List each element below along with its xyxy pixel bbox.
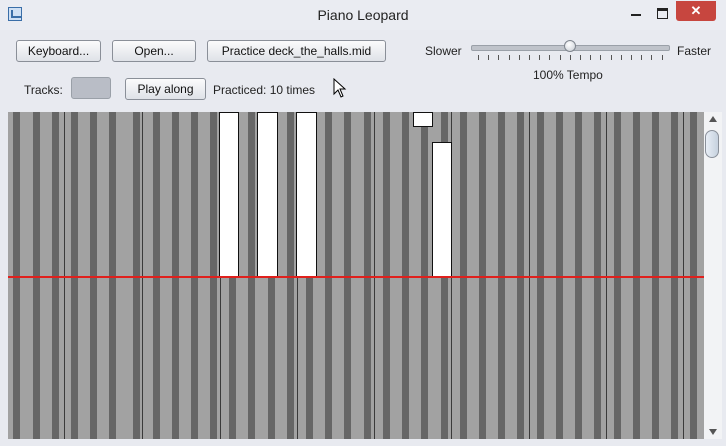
slower-label: Slower (425, 44, 462, 58)
close-icon: ✕ (690, 3, 702, 18)
minimize-icon (631, 14, 641, 16)
tempo-tick (569, 55, 571, 60)
open-button[interactable]: Open... (112, 40, 196, 62)
playhead-line (8, 276, 704, 278)
minimize-button[interactable] (626, 2, 646, 24)
tempo-tick (488, 55, 490, 60)
tempo-label: 100% Tempo (533, 68, 603, 82)
tempo-tick (631, 55, 632, 60)
keyboard-button[interactable]: Keyboard... (16, 40, 101, 62)
note-block (413, 112, 433, 127)
piano-roll[interactable] (8, 112, 704, 439)
close-button[interactable]: ✕ (676, 1, 716, 21)
window-title: Piano Leopard (317, 7, 409, 23)
scroll-up-icon[interactable] (709, 116, 717, 122)
tempo-tick (518, 55, 520, 60)
tempo-tick (661, 55, 663, 60)
tempo-tick (559, 55, 561, 60)
vertical-scrollbar[interactable] (704, 112, 722, 439)
faster-label: Faster (677, 44, 712, 58)
play-along-button[interactable]: Play along (125, 78, 206, 100)
title-bar: Piano Leopard ✕ (0, 0, 726, 30)
tempo-slider-ticks (478, 55, 663, 61)
tempo-tick (620, 55, 622, 60)
tempo-tick (508, 55, 510, 60)
tempo-tick (539, 55, 541, 60)
window-bottom-border (0, 439, 726, 446)
tempo-tick (651, 55, 653, 60)
toolbar: Keyboard... Open... Practice deck_the_ha… (0, 30, 726, 112)
tempo-tick (549, 55, 551, 60)
tracks-label: Tracks: (24, 83, 63, 97)
tempo-slider-thumb[interactable] (564, 40, 576, 52)
tempo-tick (590, 55, 592, 60)
note-block (219, 112, 239, 277)
tempo-tick (610, 55, 612, 60)
tempo-tick (529, 55, 530, 60)
note-block (296, 112, 317, 277)
maximize-icon (656, 7, 668, 19)
tempo-tick (478, 55, 479, 60)
note-block (257, 112, 278, 277)
tempo-tick (498, 55, 500, 60)
tempo-tick (641, 55, 643, 60)
maximize-button[interactable] (652, 2, 672, 24)
note-block (432, 142, 452, 277)
tempo-tick (600, 55, 602, 60)
scroll-down-icon[interactable] (709, 429, 717, 435)
tempo-tick (580, 55, 581, 60)
scrollbar-thumb[interactable] (705, 130, 719, 158)
practiced-count-label: Practiced: 10 times (213, 83, 316, 97)
tracks-selector[interactable] (71, 77, 111, 99)
practice-button[interactable]: Practice deck_the_halls.mid (207, 40, 386, 62)
